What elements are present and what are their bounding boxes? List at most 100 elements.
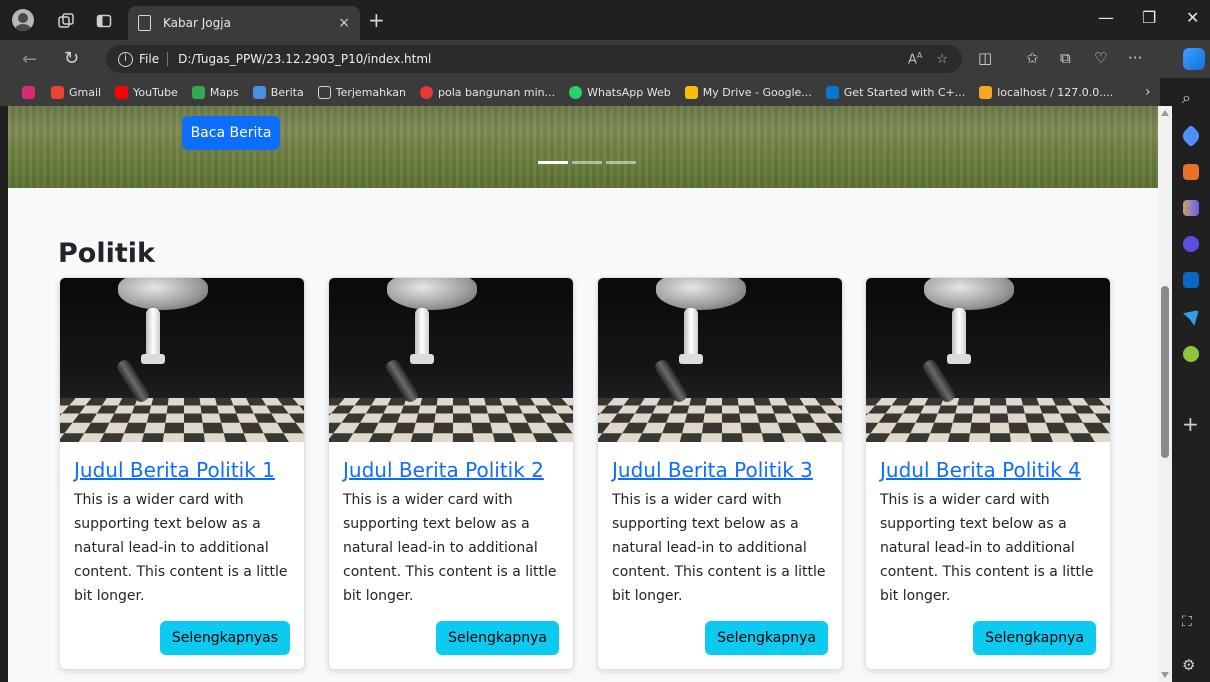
news-card-2: Judul Berita Politik 2 This is a wider c… bbox=[328, 277, 574, 670]
screenshot-icon[interactable]: ⛶ bbox=[1182, 614, 1192, 630]
games-icon[interactable] bbox=[1183, 200, 1199, 216]
carousel-indicator-3[interactable] bbox=[606, 161, 636, 164]
workspaces-icon[interactable] bbox=[55, 10, 77, 32]
carousel-indicator-2[interactable] bbox=[572, 161, 602, 164]
copilot-icon[interactable] bbox=[1183, 48, 1205, 70]
tab-kabar-jogja[interactable]: Kabar Jogja × bbox=[128, 6, 360, 40]
white-king-shape bbox=[141, 308, 165, 364]
favorite-star-icon[interactable]: ☆ bbox=[936, 52, 948, 67]
bookmarks-bar: Gmail YouTube Maps Berita Terjemahkan po… bbox=[0, 78, 1160, 106]
scroll-down-arrow-icon[interactable] bbox=[1161, 672, 1169, 678]
baca-berita-button[interactable]: Baca Berita bbox=[182, 116, 280, 150]
white-king-shape bbox=[947, 308, 971, 364]
card-title-link[interactable]: Judul Berita Politik 4 bbox=[880, 458, 1096, 482]
hand-shape bbox=[924, 278, 1014, 310]
selengkapnya-button[interactable]: Selengkapnya bbox=[436, 621, 559, 655]
card-title-link[interactable]: Judul Berita Politik 2 bbox=[343, 458, 559, 482]
page-icon bbox=[317, 85, 331, 99]
card-text: This is a wider card with supporting tex… bbox=[880, 492, 1094, 604]
chess-image bbox=[866, 278, 1110, 442]
split-screen-icon[interactable]: ◫ bbox=[978, 49, 992, 67]
chess-board bbox=[598, 398, 842, 442]
page-scrollbar[interactable] bbox=[1158, 106, 1172, 682]
hero-carousel: Baca Berita bbox=[8, 106, 1158, 188]
gmail-icon bbox=[51, 85, 64, 99]
bookmarks-more-chevron-icon[interactable]: › bbox=[1145, 84, 1151, 100]
instagram-icon[interactable] bbox=[22, 85, 35, 99]
bookmark-maps[interactable]: Maps bbox=[191, 85, 239, 99]
browser-tab-bar: Kabar Jogja × + — ❐ ✕ bbox=[0, 0, 1210, 40]
bookmark-localhost[interactable]: localhost / 127.0.0.... bbox=[979, 85, 1113, 99]
outlook-icon[interactable] bbox=[1183, 272, 1199, 288]
chess-board bbox=[329, 398, 573, 442]
telegram-send-icon[interactable] bbox=[1183, 310, 1199, 326]
close-window-button[interactable]: ✕ bbox=[1186, 8, 1199, 27]
carousel-indicator-1[interactable] bbox=[538, 161, 568, 164]
bookmark-berita[interactable]: Berita bbox=[252, 85, 304, 99]
bookmark-whatsapp[interactable]: WhatsApp Web bbox=[569, 85, 671, 99]
hand-shape bbox=[387, 278, 477, 310]
address-bar[interactable]: i File D:/Tugas_PPW/23.12.2903_P10/index… bbox=[106, 45, 962, 73]
bookmark-youtube[interactable]: YouTube bbox=[115, 85, 178, 99]
bookmark-google-drive[interactable]: My Drive - Google... bbox=[684, 85, 812, 99]
read-aloud-icon[interactable]: AA bbox=[908, 51, 922, 67]
bookmark-vscode[interactable]: Get Started with C+... bbox=[825, 85, 965, 99]
bookmark-gmail[interactable]: Gmail bbox=[51, 85, 101, 99]
section-title: Politik bbox=[58, 238, 155, 269]
news-card-3: Judul Berita Politik 3 This is a wider c… bbox=[597, 277, 843, 670]
copilot-sidebar-icon[interactable] bbox=[1183, 236, 1199, 252]
collections-icon[interactable]: ⧉ bbox=[1060, 49, 1071, 67]
address-scheme-label: File bbox=[139, 52, 160, 66]
tab-title: Kabar Jogja bbox=[163, 16, 231, 30]
white-king-shape bbox=[679, 308, 703, 364]
scroll-up-arrow-icon[interactable] bbox=[1161, 110, 1169, 116]
phpmyadmin-icon bbox=[979, 85, 993, 99]
selengkapnya-button[interactable]: Selengkapnya bbox=[973, 621, 1096, 655]
tab-close-icon[interactable]: × bbox=[338, 15, 350, 31]
settings-gear-icon[interactable]: ⚙ bbox=[1182, 656, 1195, 674]
page-viewport: Baca Berita Politik Judul Berita Politik… bbox=[8, 106, 1158, 682]
add-sidebar-icon[interactable]: + bbox=[1182, 412, 1199, 436]
new-tab-button[interactable]: + bbox=[368, 8, 385, 32]
news-card-4: Judul Berita Politik 4 This is a wider c… bbox=[865, 277, 1111, 670]
more-menu-icon[interactable]: ··· bbox=[1128, 49, 1142, 67]
pinterest-icon bbox=[420, 85, 434, 99]
card-text: This is a wider card with supporting tex… bbox=[343, 492, 557, 604]
selengkapnya-button[interactable]: Selengkapnya bbox=[705, 621, 828, 655]
favorites-icon[interactable]: ✩ bbox=[1026, 49, 1039, 67]
edge-sidebar: ⌕ + ⛶ ⚙ bbox=[1172, 78, 1210, 682]
scrollbar-thumb[interactable] bbox=[1161, 286, 1169, 458]
address-separator bbox=[167, 52, 169, 66]
info-icon[interactable]: i bbox=[118, 51, 133, 67]
tree-icon[interactable] bbox=[1183, 346, 1199, 362]
selengkapnya-button[interactable]: Selengkapnyas bbox=[159, 621, 290, 655]
card-text: This is a wider card with supporting tex… bbox=[612, 492, 826, 604]
chess-board bbox=[866, 398, 1110, 442]
shopping-tag-icon[interactable] bbox=[1179, 124, 1203, 148]
bookmark-terjemahkan[interactable]: Terjemahkan bbox=[317, 85, 406, 99]
minimize-button[interactable]: — bbox=[1098, 8, 1114, 27]
restore-button[interactable]: ❐ bbox=[1142, 8, 1156, 27]
reload-icon[interactable]: ↻ bbox=[64, 48, 79, 69]
card-title-link[interactable]: Judul Berita Politik 3 bbox=[612, 458, 828, 482]
back-arrow-icon[interactable]: ← bbox=[22, 49, 37, 70]
tools-briefcase-icon[interactable] bbox=[1183, 164, 1199, 180]
news-card-1: Judul Berita Politik 1 This is a wider c… bbox=[59, 277, 305, 670]
chess-board bbox=[60, 398, 304, 442]
card-title-link[interactable]: Judul Berita Politik 1 bbox=[74, 458, 290, 482]
youtube-icon bbox=[115, 85, 129, 99]
tab-actions-icon[interactable] bbox=[93, 10, 115, 32]
berita-icon bbox=[252, 85, 266, 99]
profile-avatar-icon[interactable] bbox=[12, 9, 34, 31]
hand-shape bbox=[118, 278, 208, 310]
chess-image bbox=[598, 278, 842, 442]
vscode-icon bbox=[825, 85, 839, 99]
search-icon[interactable]: ⌕ bbox=[1182, 88, 1191, 108]
whatsapp-icon bbox=[569, 85, 583, 99]
chess-image bbox=[60, 278, 304, 442]
bookmark-pola-bangunan[interactable]: pola bangunan min... bbox=[420, 85, 555, 99]
address-url[interactable]: D:/Tugas_PPW/23.12.2903_P10/index.html bbox=[178, 52, 908, 66]
performance-icon[interactable]: ♡ bbox=[1094, 49, 1107, 67]
white-king-shape bbox=[410, 308, 434, 364]
google-drive-icon bbox=[684, 85, 698, 99]
